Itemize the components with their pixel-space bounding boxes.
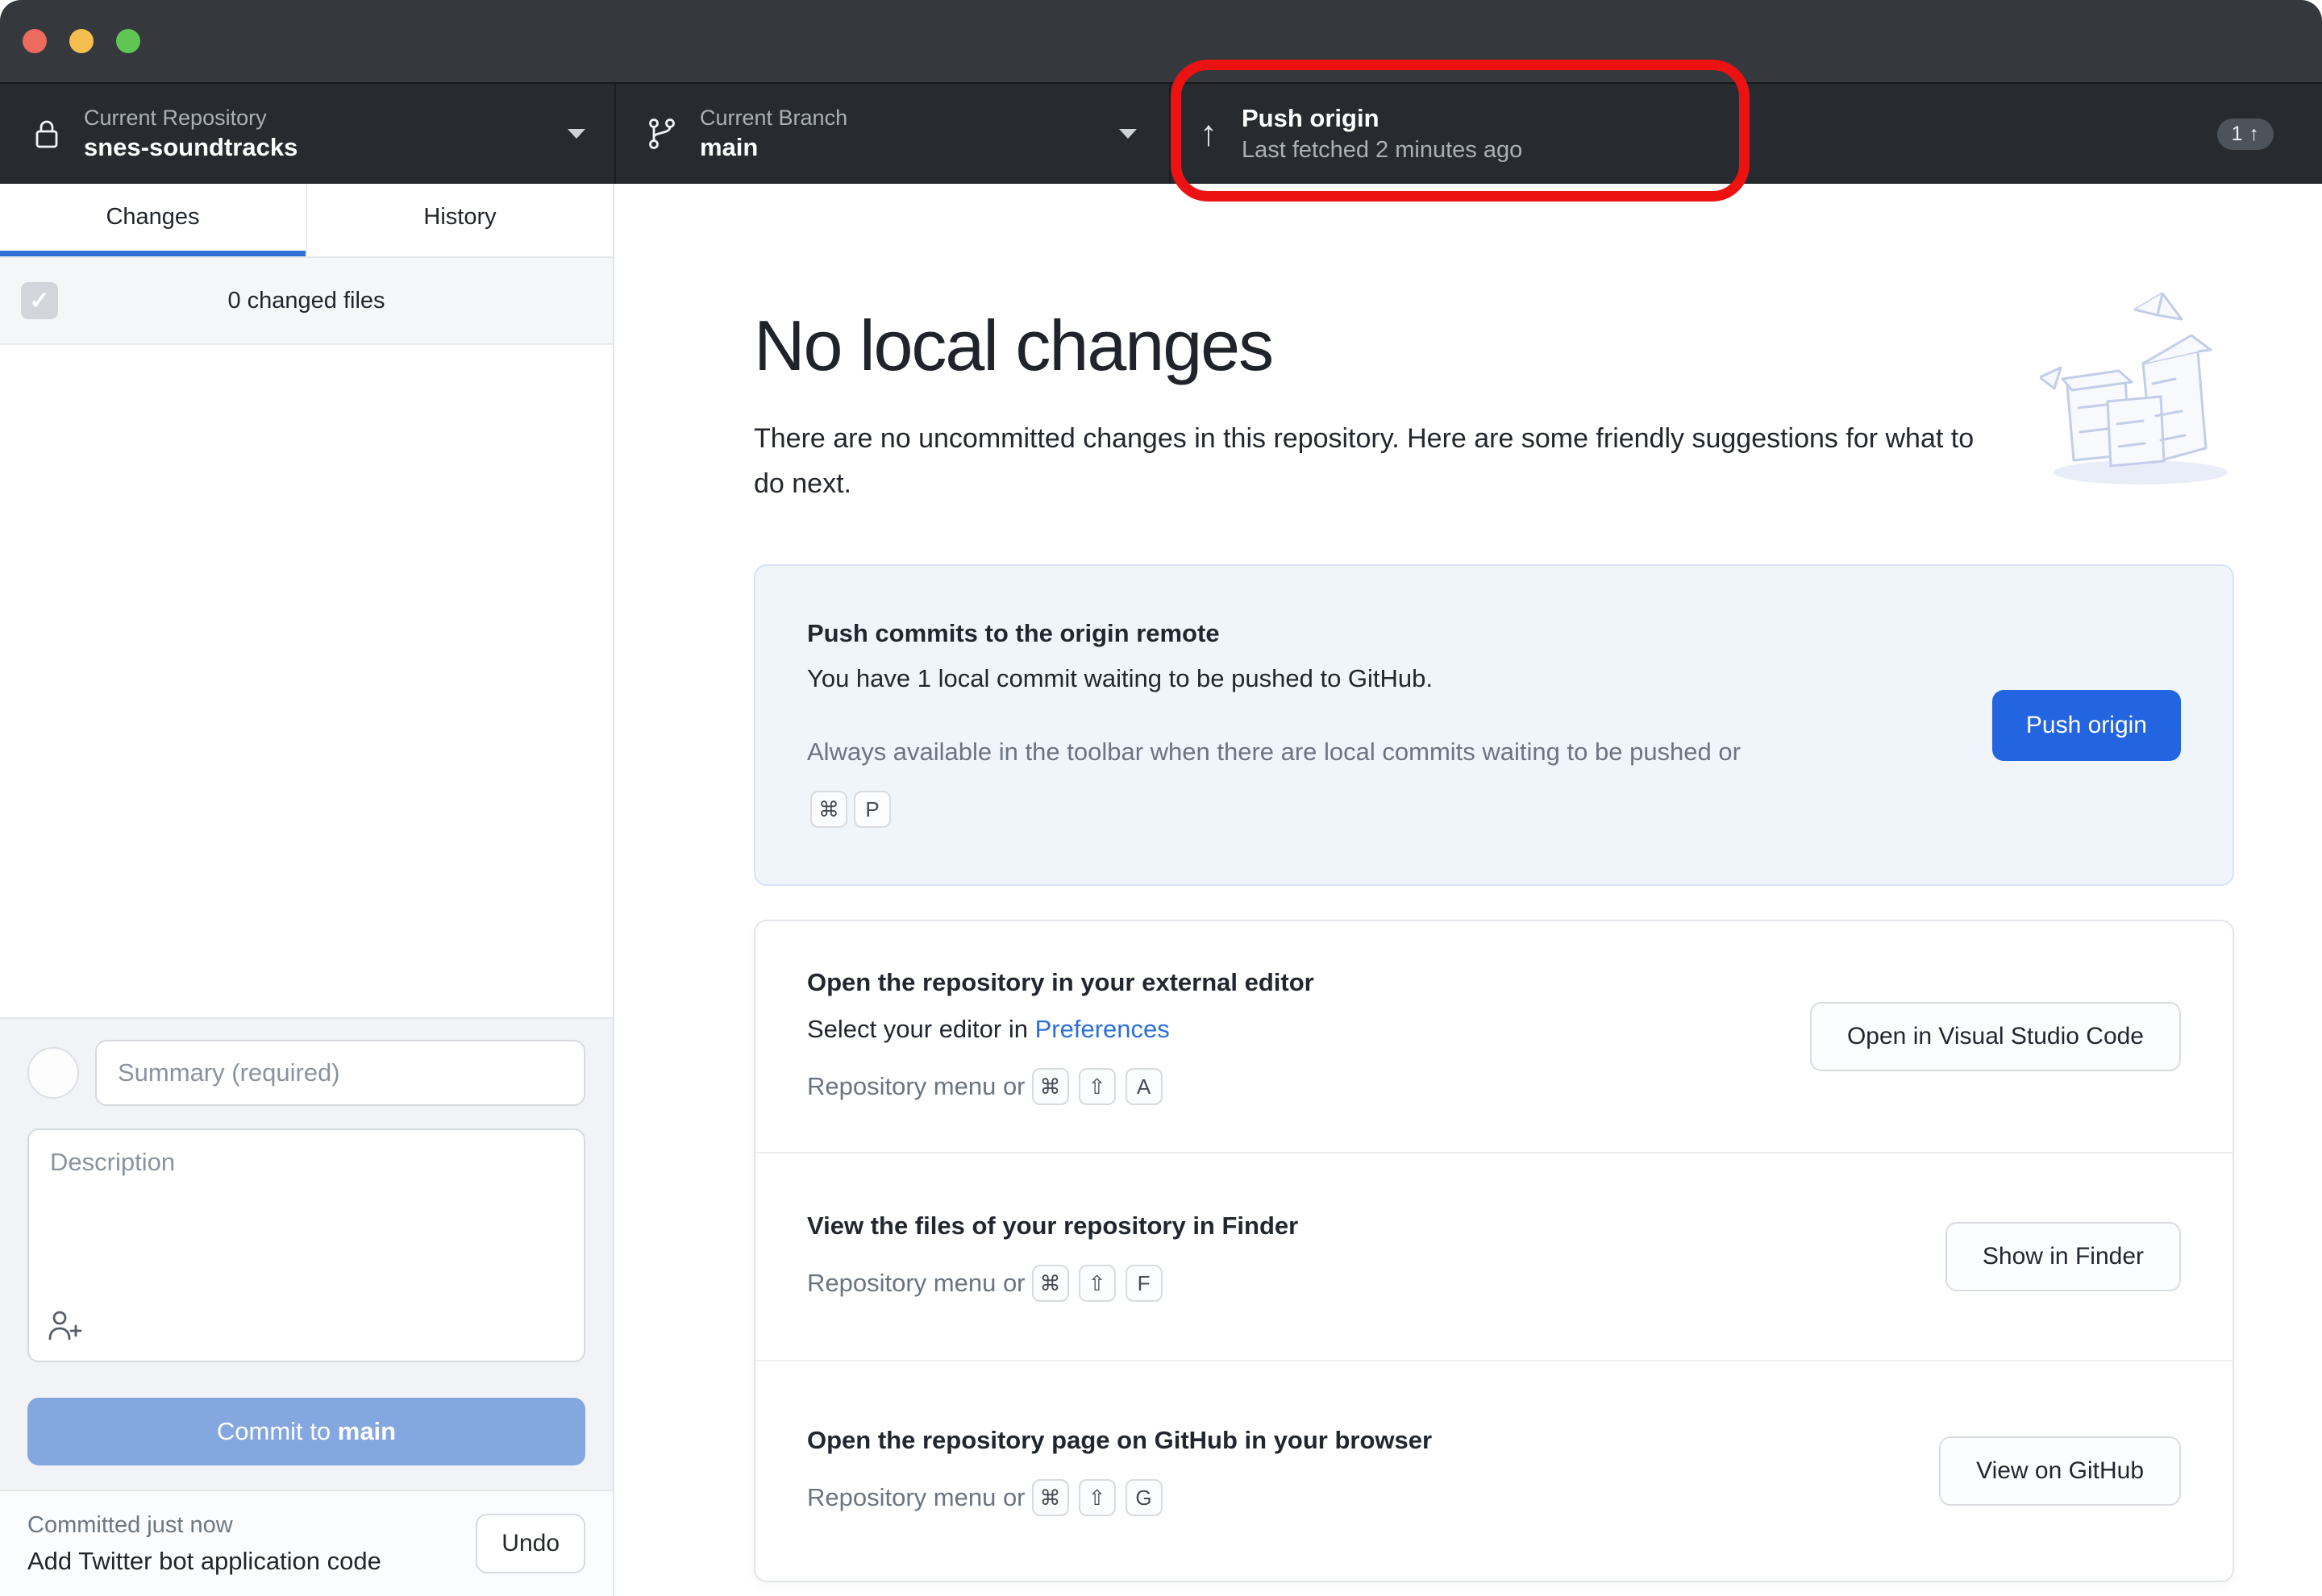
- titlebar: [0, 0, 2322, 82]
- action-title: View the files of your repository in Fin…: [807, 1212, 1298, 1241]
- commit-form: Commit to main: [0, 1017, 613, 1490]
- f-key: F: [1126, 1265, 1163, 1302]
- p-key: P: [854, 791, 891, 828]
- action-subtitle: Select your editor in Preferences: [807, 1015, 1314, 1044]
- push-card-body: You have 1 local commit waiting to be pu…: [807, 664, 1887, 693]
- github-desktop-window: Current Repository snes-soundtracks Curr…: [0, 0, 2322, 1596]
- current-repository-value: snes-soundtracks: [84, 131, 568, 164]
- open-in-vscode-button[interactable]: Open in Visual Studio Code: [1810, 1002, 2181, 1071]
- cmd-key: ⌘: [1032, 1479, 1069, 1516]
- main-content: No local changes There are no uncommitte…: [614, 184, 2322, 1596]
- toolbar: Current Repository snes-soundtracks Curr…: [0, 82, 2322, 184]
- page-subtitle: There are no uncommitted changes in this…: [754, 416, 2012, 506]
- push-card-hint: Always available in the toolbar when the…: [807, 727, 1758, 828]
- open-in-editor-row: Open the repository in your external edi…: [755, 921, 2233, 1152]
- tab-history[interactable]: History: [306, 184, 613, 256]
- show-in-finder-button[interactable]: Show in Finder: [1945, 1222, 2181, 1291]
- push-card-title: Push commits to the origin remote: [807, 619, 1887, 648]
- minimize-window-button[interactable]: [69, 29, 94, 53]
- shift-key: ⇧: [1079, 1479, 1116, 1516]
- changed-files-count: 0 changed files: [0, 288, 613, 314]
- description-field: [27, 1128, 585, 1362]
- action-shortcut: Repository menu or ⌘⇧F: [807, 1265, 1298, 1302]
- summary-input[interactable]: [95, 1040, 585, 1106]
- action-shortcut: Repository menu or ⌘⇧G: [807, 1479, 1432, 1516]
- sidebar-tabs: Changes History: [0, 184, 613, 258]
- cmd-key: ⌘: [810, 791, 847, 828]
- a-key: A: [1126, 1068, 1163, 1105]
- show-in-finder-row: View the files of your repository in Fin…: [755, 1152, 2233, 1360]
- paper-stack-illustration: [2040, 287, 2249, 501]
- shift-key: ⇧: [1079, 1265, 1116, 1302]
- action-title: Open the repository page on GitHub in yo…: [807, 1426, 1432, 1455]
- avatar: [27, 1047, 79, 1099]
- lock-icon: [32, 117, 61, 151]
- view-on-github-row: Open the repository page on GitHub in yo…: [755, 1360, 2233, 1581]
- commit-to-main-button[interactable]: Commit to main: [27, 1398, 585, 1465]
- select-all-checkbox[interactable]: ✓: [21, 282, 58, 319]
- chevron-down-icon: [1119, 129, 1137, 139]
- changed-files-row[interactable]: ✓ 0 changed files: [0, 258, 613, 345]
- close-window-button[interactable]: [23, 29, 47, 53]
- suggested-actions-card: Open the repository in your external edi…: [754, 920, 2234, 1582]
- add-coauthor-icon[interactable]: [47, 1308, 84, 1346]
- badge-count: 1: [2232, 123, 2243, 146]
- last-fetched-text: Last fetched 2 minutes ago: [1242, 135, 2166, 165]
- push-commits-card: Push commits to the origin remote You ha…: [754, 564, 2234, 886]
- ahead-commits-badge: 1 ↑: [2217, 118, 2274, 150]
- action-shortcut: Repository menu or ⌘⇧A: [807, 1068, 1314, 1105]
- tab-changes[interactable]: Changes: [0, 184, 306, 256]
- current-branch-label: Current Branch: [700, 104, 1119, 131]
- preferences-link[interactable]: Preferences: [1035, 1015, 1170, 1043]
- undo-button[interactable]: Undo: [476, 1514, 585, 1573]
- shift-key: ⇧: [1079, 1068, 1116, 1105]
- git-branch-icon: [647, 117, 677, 151]
- current-branch-value: main: [700, 131, 1119, 164]
- view-on-github-button[interactable]: View on GitHub: [1939, 1436, 2181, 1506]
- g-key: G: [1126, 1479, 1163, 1516]
- current-repository-button[interactable]: Current Repository snes-soundtracks: [0, 84, 614, 184]
- current-branch-button[interactable]: Current Branch main: [614, 84, 1169, 184]
- push-origin-label: Push origin: [1242, 102, 2166, 135]
- action-title: Open the repository in your external edi…: [807, 968, 1314, 997]
- arrow-up-icon: ↑: [1200, 116, 1217, 152]
- description-input[interactable]: [29, 1130, 584, 1361]
- push-origin-button[interactable]: Push origin: [1992, 690, 2181, 761]
- commit-message-text: Add Twitter bot application code: [27, 1543, 381, 1580]
- cmd-key: ⌘: [1032, 1265, 1069, 1302]
- cmd-key: ⌘: [1032, 1068, 1069, 1105]
- current-repository-label: Current Repository: [84, 104, 568, 131]
- arrow-up-icon: ↑: [2249, 123, 2260, 146]
- zoom-window-button[interactable]: [116, 29, 140, 53]
- changes-list-empty: [0, 345, 613, 1017]
- push-origin-toolbar-button[interactable]: ↑ Push origin Last fetched 2 minutes ago…: [1169, 84, 2322, 184]
- committed-status-text: Committed just now: [27, 1507, 381, 1543]
- chevron-down-icon: [568, 129, 585, 139]
- sidebar: Changes History ✓ 0 changed files: [0, 184, 614, 1596]
- undo-commit-bar: Committed just now Add Twitter bot appli…: [0, 1490, 613, 1596]
- traffic-lights: [23, 29, 140, 53]
